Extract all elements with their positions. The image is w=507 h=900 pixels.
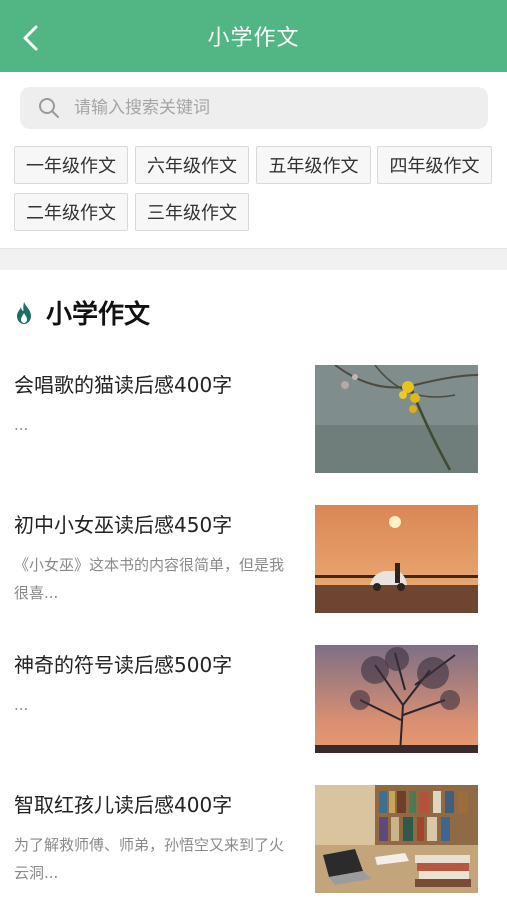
grade-tag-1[interactable]: 一年级作文 <box>14 146 128 184</box>
article-title: 初中小女巫读后感450字 <box>14 513 233 537</box>
article-title: 会唱歌的猫读后感400字 <box>14 373 233 397</box>
flame-icon <box>17 301 31 324</box>
article-title: 神奇的符号读后感500字 <box>14 653 233 677</box>
article-thumbnail <box>315 785 478 893</box>
article-item[interactable]: 智取红孩儿读后感400字 为了解救师傅、师弟，孙悟空又来到了火云洞... <box>0 785 507 895</box>
grade-tag-2[interactable]: 二年级作文 <box>14 193 128 231</box>
search-input[interactable] <box>74 98 454 118</box>
chevron-left-icon <box>23 25 38 51</box>
article-thumbnail <box>315 645 478 753</box>
article-summary: ... <box>14 696 29 714</box>
grade-tag-3[interactable]: 三年级作文 <box>135 193 249 231</box>
grade-tag-6[interactable]: 六年级作文 <box>135 146 249 184</box>
article-title: 智取红孩儿读后感400字 <box>14 793 233 817</box>
search-bar[interactable] <box>20 87 488 129</box>
article-summary: ... <box>14 416 29 434</box>
grade-tag-5[interactable]: 五年级作文 <box>256 146 371 184</box>
yellow-flower-branch-image <box>315 365 478 473</box>
search-icon <box>39 98 59 118</box>
article-item[interactable]: 初中小女巫读后感450字 《小女巫》这本书的内容很简单，但是我很喜... <box>0 505 507 615</box>
article-thumbnail <box>315 505 478 613</box>
section-header: 小学作文 <box>14 294 150 331</box>
page-title: 小学作文 <box>207 26 300 51</box>
top-bar: 小学作文 <box>0 0 507 72</box>
section-divider <box>0 248 507 270</box>
article-thumbnail <box>315 365 478 473</box>
article-summary: 为了解救师傅、师弟，孙悟空又来到了火云洞... <box>14 836 285 882</box>
grade-tag-4[interactable]: 四年级作文 <box>377 146 492 184</box>
back-button[interactable] <box>18 24 46 52</box>
tree-silhouette-dusk-image <box>315 645 478 753</box>
library-desk-image <box>315 785 478 893</box>
article-item[interactable]: 会唱歌的猫读后感400字 ... <box>0 365 507 475</box>
article-summary: 《小女巫》这本书的内容很简单，但是我很喜... <box>14 556 285 602</box>
article-item[interactable]: 神奇的符号读后感500字 ... <box>0 645 507 755</box>
sunset-car-image <box>315 505 478 613</box>
section-title: 小学作文 <box>46 300 151 330</box>
